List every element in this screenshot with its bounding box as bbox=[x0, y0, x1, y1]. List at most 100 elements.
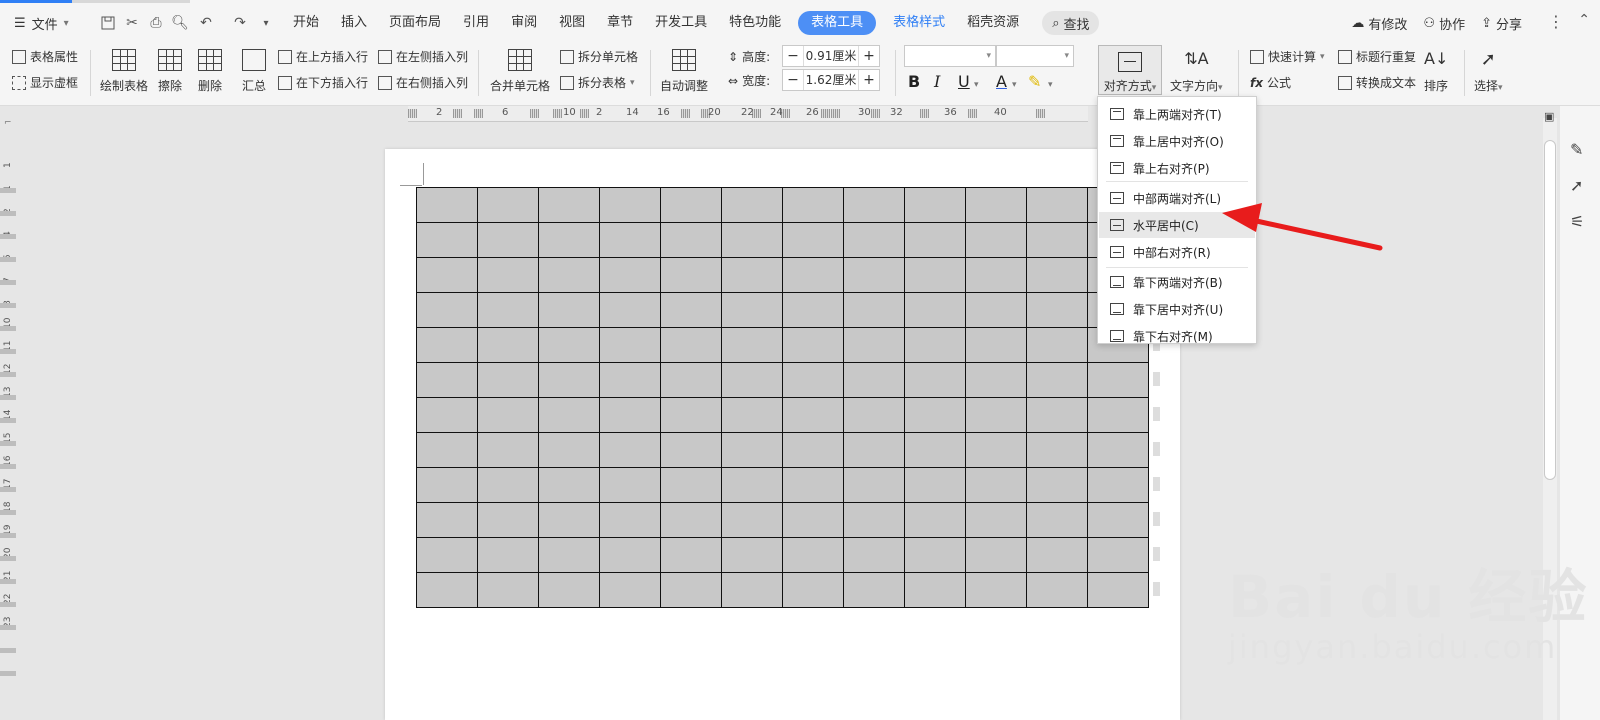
sort-button[interactable]: A↓ 排序 bbox=[1424, 49, 1448, 94]
table-cell[interactable] bbox=[843, 397, 905, 433]
customize-toolbar-icon[interactable]: ▾ bbox=[254, 12, 278, 34]
table-cell[interactable] bbox=[782, 432, 844, 468]
collapse-ribbon-icon[interactable]: ⌃ bbox=[1578, 12, 1590, 28]
table-cell[interactable] bbox=[660, 222, 722, 258]
table-cell[interactable] bbox=[904, 572, 966, 608]
table-cell[interactable] bbox=[721, 257, 783, 293]
table-row[interactable] bbox=[416, 467, 1149, 503]
collaborate-button[interactable]: ⚇ 协作 bbox=[1423, 14, 1465, 33]
table-cell[interactable] bbox=[1026, 432, 1088, 468]
table-cell[interactable] bbox=[782, 187, 844, 223]
table-cell[interactable] bbox=[782, 537, 844, 573]
table-row[interactable] bbox=[416, 502, 1149, 538]
pen-icon[interactable]: ✎ bbox=[1570, 140, 1583, 159]
table-cell[interactable] bbox=[416, 467, 478, 503]
table-cell[interactable] bbox=[1026, 292, 1088, 328]
table-cell[interactable] bbox=[904, 467, 966, 503]
table-cell[interactable] bbox=[721, 327, 783, 363]
table-cell[interactable] bbox=[599, 432, 661, 468]
table-cell[interactable] bbox=[416, 537, 478, 573]
tab-insert[interactable]: 插入 bbox=[330, 11, 378, 35]
table-cell[interactable] bbox=[843, 327, 905, 363]
table-cell[interactable] bbox=[782, 502, 844, 538]
ruler-tab-marker[interactable] bbox=[831, 109, 840, 118]
row-end-marker[interactable] bbox=[1153, 582, 1160, 596]
table-cell[interactable] bbox=[538, 327, 600, 363]
table-row[interactable] bbox=[416, 187, 1149, 223]
table-cell[interactable] bbox=[843, 222, 905, 258]
table-row[interactable] bbox=[416, 432, 1149, 468]
table-cell[interactable] bbox=[1087, 467, 1149, 503]
table-cell[interactable] bbox=[843, 572, 905, 608]
table-cell[interactable] bbox=[477, 467, 539, 503]
vertical-ruler[interactable]: 11245781011121314151617181920212223 bbox=[0, 118, 16, 720]
print-preview-icon[interactable]: 🔍︎ bbox=[168, 12, 192, 34]
table-cell[interactable] bbox=[599, 397, 661, 433]
show-gridlines-button[interactable]: 显示虚框 bbox=[12, 74, 78, 91]
scrollbar-thumb[interactable] bbox=[1544, 140, 1556, 480]
split-table-button[interactable]: 拆分表格 ▾ bbox=[560, 74, 635, 91]
row-end-marker[interactable] bbox=[1153, 512, 1160, 526]
table-cell[interactable] bbox=[843, 257, 905, 293]
table-cell[interactable] bbox=[782, 572, 844, 608]
table-cell[interactable] bbox=[416, 257, 478, 293]
ruler-tab-marker[interactable] bbox=[968, 109, 977, 118]
increase-width-button[interactable]: + bbox=[859, 70, 879, 90]
format-painter-icon[interactable]: ✂ bbox=[120, 12, 144, 34]
table-cell[interactable] bbox=[721, 572, 783, 608]
table-cell[interactable] bbox=[1026, 187, 1088, 223]
table-cell[interactable] bbox=[904, 432, 966, 468]
table-cell[interactable] bbox=[1026, 537, 1088, 573]
font-color-icon[interactable]: A bbox=[996, 72, 1007, 91]
table-cell[interactable] bbox=[843, 467, 905, 503]
row-end-marker[interactable] bbox=[1153, 442, 1160, 456]
table-cell[interactable] bbox=[965, 292, 1027, 328]
col-width-stepper[interactable]: − 1.62厘米 + bbox=[782, 69, 880, 91]
menu-item-align-top-justify[interactable]: 靠上两端对齐(T) bbox=[1099, 101, 1255, 127]
table-cell[interactable] bbox=[416, 397, 478, 433]
table-cell[interactable] bbox=[660, 397, 722, 433]
tab-table-tools[interactable]: 表格工具 bbox=[798, 11, 877, 35]
tab-table-style[interactable]: 表格样式 bbox=[882, 11, 956, 35]
table-cell[interactable] bbox=[538, 502, 600, 538]
table-cell[interactable] bbox=[782, 327, 844, 363]
table-cell[interactable] bbox=[965, 222, 1027, 258]
table-cell[interactable] bbox=[538, 572, 600, 608]
table-cell[interactable] bbox=[965, 467, 1027, 503]
share-button[interactable]: ⇪ 分享 bbox=[1481, 14, 1522, 33]
table-cell[interactable] bbox=[1026, 327, 1088, 363]
table-row[interactable] bbox=[416, 327, 1149, 363]
convert-to-text-button[interactable]: 转换成文本 bbox=[1338, 74, 1416, 91]
table-cell[interactable] bbox=[477, 362, 539, 398]
ruler-tab-marker[interactable] bbox=[821, 109, 830, 118]
cursor-icon[interactable]: ➚ bbox=[1570, 176, 1583, 195]
chevron-down-icon[interactable]: ▾ bbox=[1012, 80, 1017, 90]
table-cell[interactable] bbox=[904, 257, 966, 293]
row-end-marker[interactable] bbox=[1153, 372, 1160, 386]
table-cell[interactable] bbox=[843, 187, 905, 223]
ruler-tab-marker[interactable] bbox=[408, 109, 417, 118]
table-cell[interactable] bbox=[477, 537, 539, 573]
tab-special-features[interactable]: 特色功能 bbox=[718, 11, 792, 35]
menu-item-align-bottom-justify[interactable]: 靠下两端对齐(B) bbox=[1099, 269, 1255, 295]
changes-button[interactable]: ☁ 有修改 bbox=[1351, 14, 1407, 33]
row-end-marker[interactable] bbox=[1153, 407, 1160, 421]
table-cell[interactable] bbox=[538, 537, 600, 573]
ruler-tab-marker[interactable] bbox=[453, 109, 462, 118]
table-cell[interactable] bbox=[416, 292, 478, 328]
italic-icon[interactable]: I bbox=[934, 72, 940, 91]
table-cell[interactable] bbox=[599, 362, 661, 398]
table-cell[interactable] bbox=[1026, 572, 1088, 608]
table-cell[interactable] bbox=[1087, 502, 1149, 538]
table-cell[interactable] bbox=[721, 362, 783, 398]
table-row[interactable] bbox=[416, 292, 1149, 328]
table-cell[interactable] bbox=[660, 432, 722, 468]
horizontal-ruler[interactable]: 2 6 10 2 14 16 20 22 24 26 30 32 36 40 bbox=[408, 106, 1088, 122]
table-cell[interactable] bbox=[843, 292, 905, 328]
table-cell[interactable] bbox=[1087, 397, 1149, 433]
table-cell[interactable] bbox=[538, 432, 600, 468]
table-cell[interactable] bbox=[965, 327, 1027, 363]
delete-button[interactable]: 删除 bbox=[198, 49, 222, 94]
tab-home[interactable]: 开始 bbox=[282, 11, 330, 35]
row-height-value[interactable]: 0.91厘米 bbox=[803, 46, 859, 66]
